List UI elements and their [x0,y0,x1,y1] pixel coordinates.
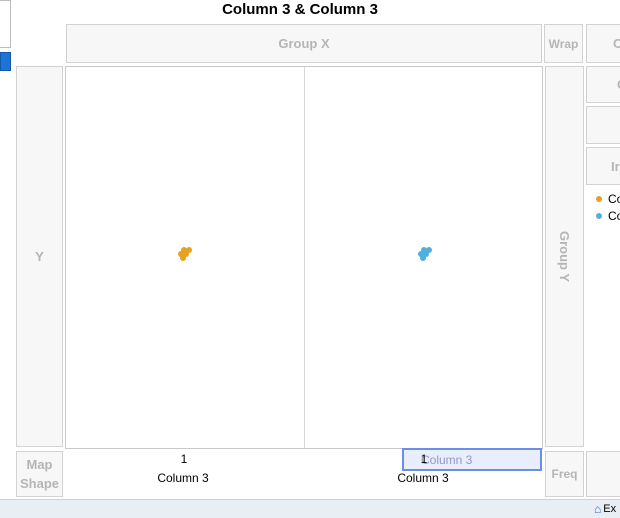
data-point[interactable] [420,255,426,261]
legend-label: Co [608,208,620,223]
freq-drop-zone[interactable]: Freq [545,451,584,497]
wrap-drop-zone[interactable]: Wrap [544,24,583,63]
interval-drop-zone[interactable]: Ir [586,147,620,185]
status-label: Ex [603,503,617,515]
y-drop-zone[interactable]: Y [16,66,63,447]
map-shape-label: Map Shape [19,457,59,491]
group-y-label: Group Y [557,230,573,283]
group-y-drop-zone[interactable]: Group Y [545,66,584,447]
size-drop-zone[interactable] [586,106,620,144]
graph-title: Column 3 & Column 3 [222,1,378,18]
color-drop-zone[interactable]: C [586,66,620,103]
panel-divider [304,67,305,448]
legend-marker-icon [596,195,602,202]
status-bar [0,499,620,518]
map-shape-drop-zone[interactable]: Map Shape [16,451,63,497]
legend-item: Co [596,207,620,224]
x-tick-label: 1 [180,452,188,466]
legend: Co Co [596,190,620,230]
x-tick-label: 1 [420,452,428,466]
data-point[interactable] [180,255,186,261]
left-selection-fragment[interactable] [0,52,11,71]
status-home-button[interactable]: ⌂ Ex [594,500,620,518]
x-axis-label[interactable]: Column 3 [373,471,473,487]
overlay-drop-zone[interactable]: O [586,24,620,63]
left-list-fragment [0,0,11,48]
right-bottom-drop-zone[interactable] [586,451,620,497]
group-x-drop-zone[interactable]: Group X [66,24,542,63]
home-icon: ⌂ [594,502,602,516]
x-axis-label[interactable]: Column 3 [133,471,233,487]
legend-item: Co [596,190,620,207]
legend-marker-icon [596,212,602,219]
legend-label: Co [608,191,620,206]
